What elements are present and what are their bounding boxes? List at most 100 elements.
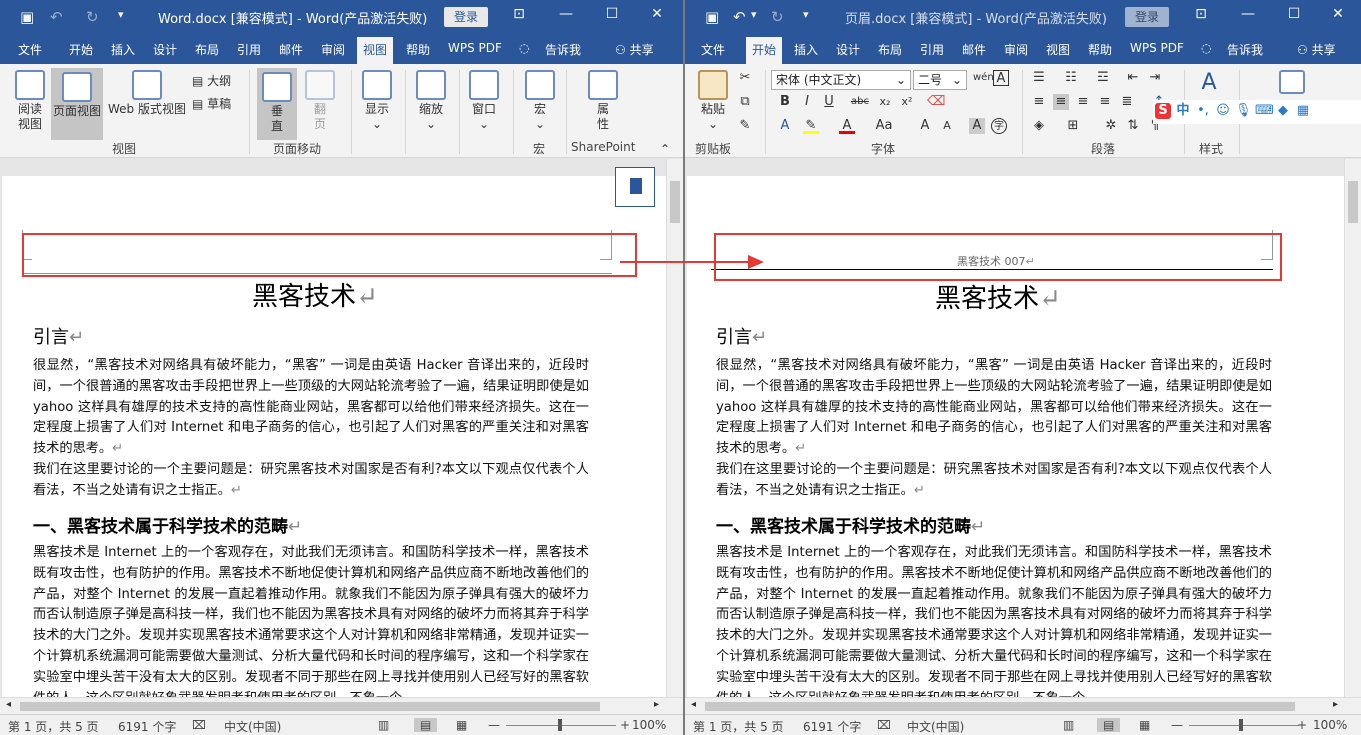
tab-wps-pdf[interactable]: WPS PDF xyxy=(1130,41,1184,55)
save-icon[interactable]: ▣ xyxy=(705,8,719,26)
login-button[interactable]: 登录 xyxy=(444,7,489,27)
tab-insert[interactable]: 插入 xyxy=(794,41,818,58)
tab-help[interactable]: 帮助 xyxy=(406,41,430,58)
ime-toolbar[interactable]: S 中 •, ☺ 🎙 ⌨ ◆ ▦ xyxy=(1153,100,1361,124)
language[interactable]: 中文(中国) xyxy=(224,718,281,735)
bullets-icon[interactable]: ☰ xyxy=(1031,70,1047,86)
share-button[interactable]: ⚇ 共享 xyxy=(615,41,654,58)
redo-icon[interactable]: ↻ xyxy=(771,8,784,26)
format-painter-icon[interactable]: ✎ xyxy=(737,118,753,134)
sort-icon[interactable]: ⇅ xyxy=(1125,118,1141,134)
scroll-thumb[interactable] xyxy=(705,702,1295,711)
microphone-icon[interactable]: 🎙 xyxy=(1235,103,1252,119)
tab-mailings[interactable]: 邮件 xyxy=(279,41,303,58)
zoom-out-icon[interactable]: — xyxy=(1171,718,1183,732)
save-icon[interactable]: ▣ xyxy=(20,8,34,26)
tab-design[interactable]: 设计 xyxy=(153,41,177,58)
web-layout-button[interactable]: Web 版式视图 xyxy=(106,70,188,117)
align-center-icon[interactable]: ≡ xyxy=(1053,94,1069,110)
punctuation-icon[interactable]: •, xyxy=(1195,103,1211,119)
distributed-icon[interactable]: ≣ xyxy=(1119,94,1135,110)
ribbon-display-icon[interactable]: ⊡ xyxy=(508,6,530,22)
zoom-slider-handle[interactable] xyxy=(558,719,562,731)
tab-layout[interactable]: 布局 xyxy=(195,41,219,58)
close-icon[interactable]: ✕ xyxy=(1327,6,1349,22)
paste-button[interactable]: 粘贴 ⌄ xyxy=(695,70,731,132)
bookmark-icon[interactable] xyxy=(615,167,655,207)
minimize-icon[interactable]: — xyxy=(1237,6,1259,22)
font-size-combo[interactable]: 二号 ⌄ xyxy=(913,70,967,90)
numbering-icon[interactable]: ☷ xyxy=(1063,70,1079,86)
bold-icon[interactable]: B xyxy=(777,94,793,110)
shrink-font-icon[interactable]: A xyxy=(939,118,955,134)
zoom-slider[interactable] xyxy=(1189,725,1299,726)
vertical-button[interactable]: 垂 直 xyxy=(257,68,297,140)
strikethrough-icon[interactable]: abc xyxy=(851,94,869,110)
align-left-icon[interactable]: ≡ xyxy=(1031,94,1047,110)
enclose-characters-icon[interactable]: 字 xyxy=(991,118,1007,134)
tab-view[interactable]: 视图 xyxy=(1046,41,1070,58)
read-mode-button[interactable]: 阅读 视图 xyxy=(12,70,48,132)
zoom-level[interactable]: 100% xyxy=(632,718,666,732)
properties-button[interactable]: 属 性 xyxy=(585,70,621,132)
zoom-slider-handle[interactable] xyxy=(1239,719,1243,731)
language[interactable]: 中文(中国) xyxy=(907,718,964,735)
ribbon-display-icon[interactable]: ⊡ xyxy=(1190,6,1212,22)
keyboard-icon[interactable]: ⌨ xyxy=(1255,103,1274,119)
collapse-ribbon-icon[interactable]: ⌃ xyxy=(660,142,670,156)
maximize-icon[interactable]: ☐ xyxy=(1283,6,1305,22)
tab-view[interactable]: 视图 xyxy=(357,37,394,64)
zoom-level[interactable]: 100% xyxy=(1313,718,1347,732)
chinese-layout-icon[interactable]: ✲ xyxy=(1103,118,1119,134)
tab-home[interactable]: 开始 xyxy=(69,41,93,58)
horizontal-scrollbar[interactable]: ◂ ▸ xyxy=(0,697,683,714)
borders-icon[interactable]: ⊞ xyxy=(1065,118,1081,134)
tab-references[interactable]: 引用 xyxy=(920,41,944,58)
grow-font-icon[interactable]: A xyxy=(917,118,933,134)
tab-design[interactable]: 设计 xyxy=(836,41,860,58)
copy-icon[interactable]: ⧉ xyxy=(737,94,753,110)
clear-formatting-icon[interactable]: ⌫ xyxy=(927,94,945,110)
outline-button[interactable]: ▤ 大纲 xyxy=(192,72,231,89)
text-effects-icon[interactable]: A xyxy=(777,118,793,134)
read-mode-icon[interactable]: ▥ xyxy=(1063,718,1074,732)
tab-layout[interactable]: 布局 xyxy=(878,41,902,58)
skin-icon[interactable]: ◆ xyxy=(1275,103,1291,119)
tab-review[interactable]: 审阅 xyxy=(321,41,345,58)
draft-button[interactable]: ▤ 草稿 xyxy=(192,95,231,112)
word-count[interactable]: 6191 个字 xyxy=(118,718,176,735)
word-count[interactable]: 6191 个字 xyxy=(803,718,861,735)
tab-file[interactable]: 文件 xyxy=(701,41,725,58)
italic-icon[interactable]: I xyxy=(799,94,815,110)
toolbox-icon[interactable]: ▦ xyxy=(1295,103,1311,119)
page-count[interactable]: 第 1 页，共 5 页 xyxy=(693,718,784,735)
tab-tell-me[interactable]: 告诉我 xyxy=(1227,41,1263,58)
vertical-scrollbar[interactable] xyxy=(1344,159,1361,697)
subscript-icon[interactable]: x₂ xyxy=(877,94,893,110)
print-layout-button[interactable]: 页面视图 xyxy=(51,68,103,140)
change-case-icon[interactable]: Aa xyxy=(873,118,895,134)
character-shading-icon[interactable]: A xyxy=(969,118,985,134)
print-layout-icon[interactable]: ▤ xyxy=(414,718,438,732)
superscript-icon[interactable]: x² xyxy=(899,94,915,110)
web-layout-icon[interactable]: ▦ xyxy=(1139,718,1150,732)
tab-wps-pdf[interactable]: WPS PDF xyxy=(448,41,502,55)
macros-button[interactable]: 宏 ⌄ xyxy=(523,70,557,132)
find-button[interactable] xyxy=(1277,70,1307,96)
web-layout-icon[interactable]: ▦ xyxy=(456,718,467,732)
page-count[interactable]: 第 1 页，共 5 页 xyxy=(8,718,99,735)
vertical-scrollbar[interactable] xyxy=(666,159,683,697)
scroll-thumb[interactable] xyxy=(670,181,680,223)
tab-file[interactable]: 文件 xyxy=(18,41,42,58)
cut-icon[interactable]: ✂ xyxy=(737,70,753,86)
zoom-in-icon[interactable]: + xyxy=(1297,718,1307,732)
decrease-indent-icon[interactable]: ⇤ xyxy=(1125,70,1141,86)
read-mode-icon[interactable]: ▥ xyxy=(378,718,389,732)
print-layout-icon[interactable]: ▤ xyxy=(1097,718,1121,732)
align-right-icon[interactable]: ≡ xyxy=(1075,94,1091,110)
proofing-icon[interactable]: ⌧ xyxy=(192,718,206,732)
share-button[interactable]: ⚇ 共享 xyxy=(1297,41,1336,58)
justify-icon[interactable]: ≡ xyxy=(1097,94,1113,110)
minimize-icon[interactable]: — xyxy=(555,6,577,22)
ime-language-icon[interactable]: 中 xyxy=(1175,103,1191,119)
